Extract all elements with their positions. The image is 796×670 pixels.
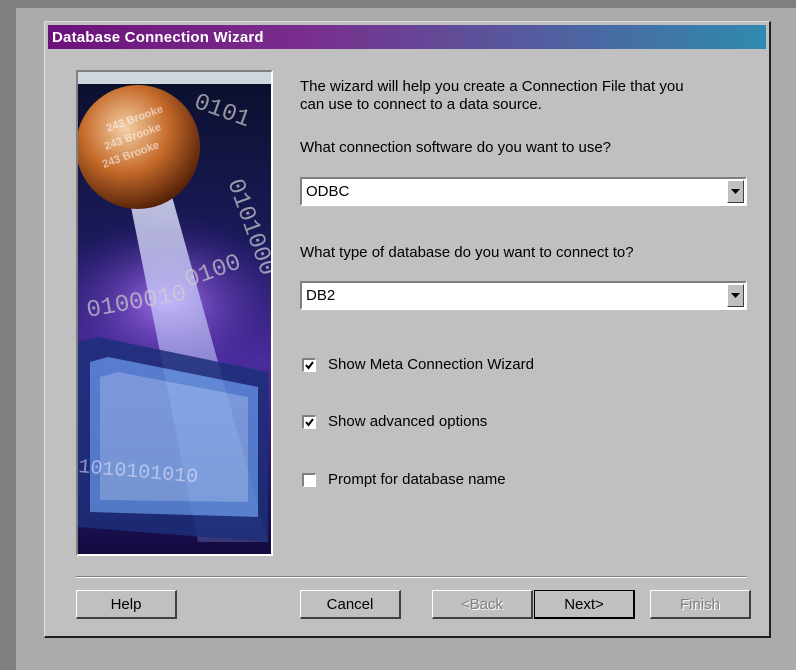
- software-dropdown-button[interactable]: [727, 180, 744, 203]
- wizard-dialog: Database Connection Wizard 243 Brooke 24…: [44, 21, 771, 638]
- connection-software-select[interactable]: ODBC: [300, 177, 747, 206]
- show-advanced-label: Show advanced options: [328, 413, 488, 430]
- help-button[interactable]: Help: [76, 590, 177, 619]
- intro-text-line-2: can use to connect to a data source.: [300, 96, 542, 113]
- intro-text-line-1: The wizard will help you create a Connec…: [300, 78, 684, 95]
- database-type-select[interactable]: DB2: [300, 281, 747, 310]
- connection-software-value: ODBC: [306, 183, 350, 200]
- database-dropdown-button[interactable]: [727, 284, 744, 307]
- show-meta-wizard-label: Show Meta Connection Wizard: [328, 356, 534, 373]
- divider: [76, 576, 747, 578]
- database-illustration: 243 Brooke 243 Brooke 243 Brooke 0101 01…: [78, 72, 271, 554]
- finish-button[interactable]: Finish: [650, 590, 751, 619]
- chevron-down-icon: [731, 189, 740, 194]
- back-button[interactable]: <Back: [432, 590, 533, 619]
- cancel-button[interactable]: Cancel: [300, 590, 401, 619]
- checkmark-icon: [305, 418, 314, 427]
- prompt-db-name-checkbox[interactable]: [302, 473, 316, 487]
- next-button[interactable]: Next>: [534, 590, 635, 619]
- title-bar[interactable]: Database Connection Wizard: [48, 25, 766, 49]
- wizard-banner-image: 243 Brooke 243 Brooke 243 Brooke 0101 01…: [76, 70, 273, 556]
- database-type-value: DB2: [306, 287, 336, 304]
- software-question: What connection software do you want to …: [300, 139, 612, 156]
- checkmark-icon: [305, 361, 314, 370]
- database-question: What type of database do you want to con…: [300, 244, 634, 261]
- prompt-db-name-label: Prompt for database name: [328, 471, 506, 488]
- show-meta-wizard-checkbox[interactable]: [302, 358, 316, 372]
- window-title: Database Connection Wizard: [52, 29, 264, 46]
- show-advanced-checkbox[interactable]: [302, 415, 316, 429]
- chevron-down-icon: [731, 293, 740, 298]
